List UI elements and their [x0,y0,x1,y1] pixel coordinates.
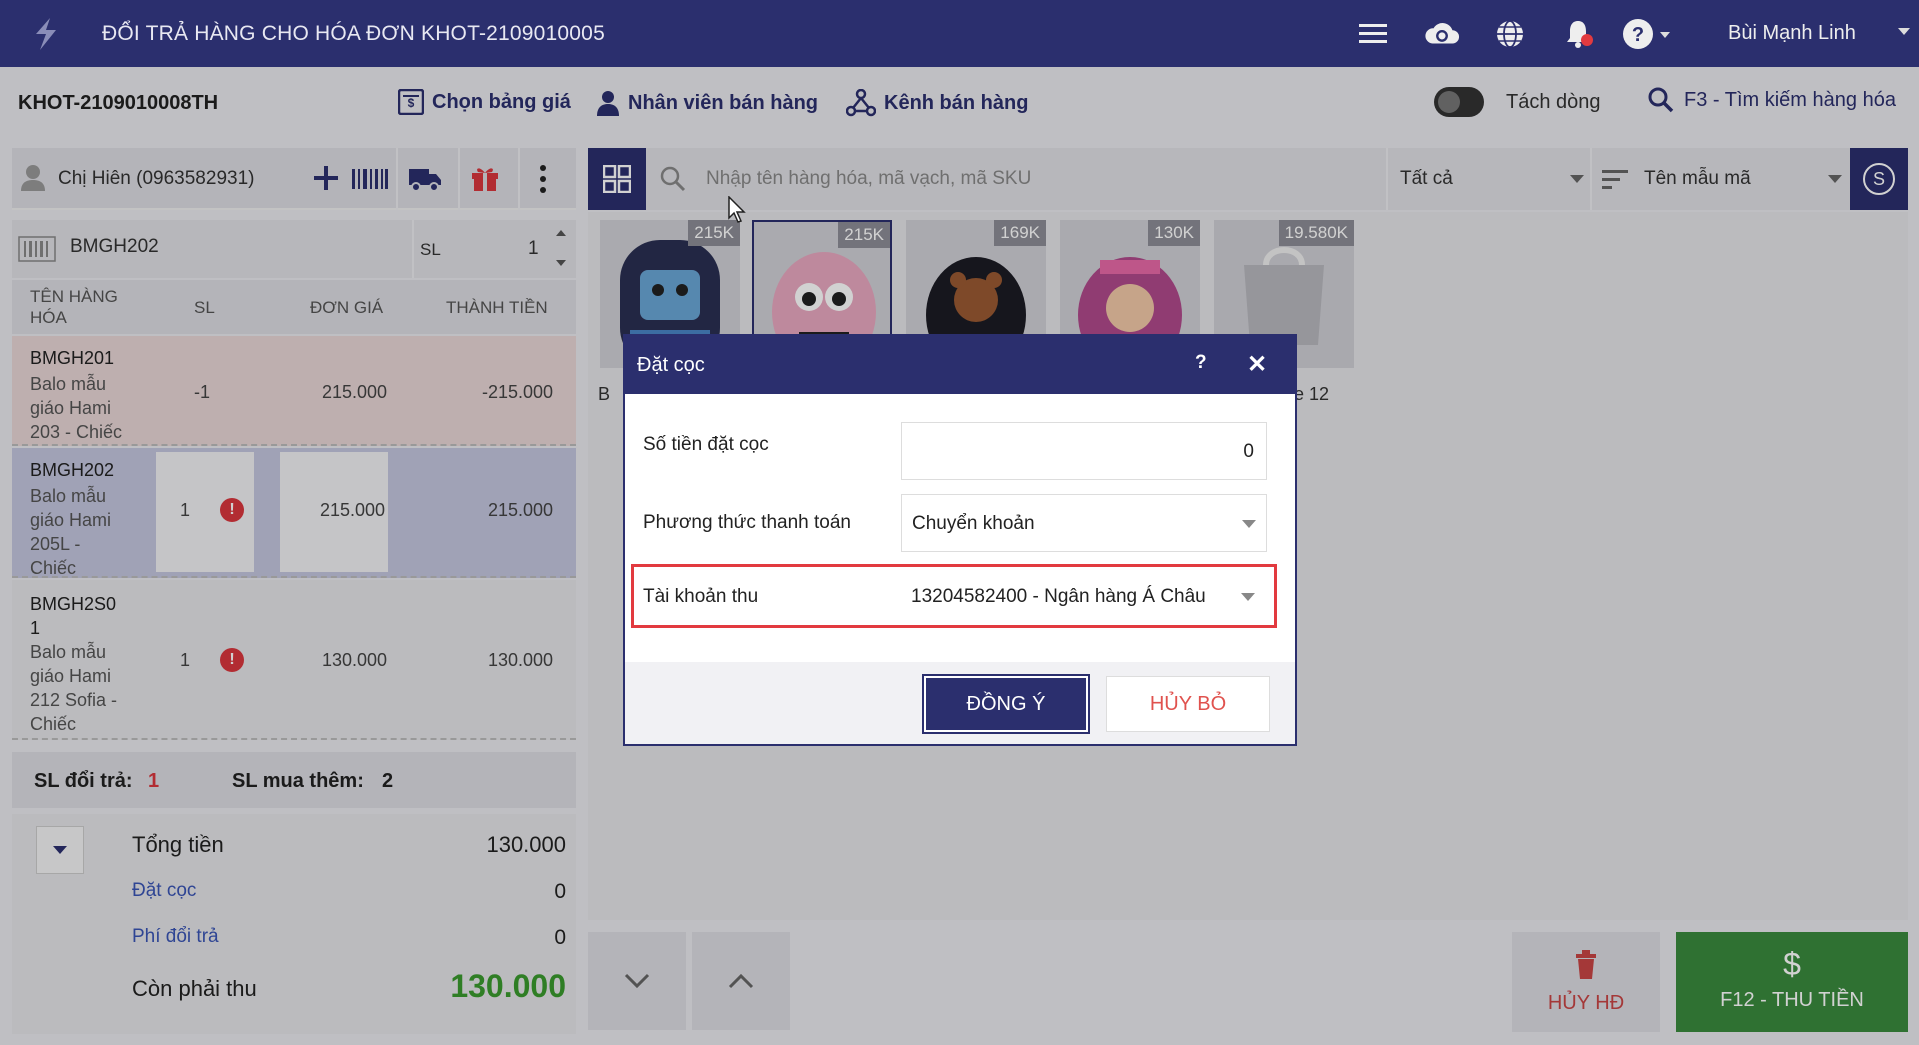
deposit-amount-input[interactable]: 0 [901,422,1267,480]
help-icon[interactable]: ? [1195,352,1207,374]
top-header: ĐỔI TRẢ HÀNG CHO HÓA ĐƠN KHOT-2109010005… [0,0,1919,67]
deposit-dialog: Đặt cọc ? ✕ Số tiền đặt cọc 0 Phương thứ… [623,334,1297,746]
payment-method-value: Chuyển khoản [912,513,1035,534]
cloud-sync-icon[interactable] [1424,16,1460,52]
payment-method-label: Phương thức thanh toán [643,512,851,533]
deposit-amount-value: 0 [1243,441,1254,462]
chevron-down-icon [1242,520,1256,528]
receiving-account-select[interactable]: 13204582400 - Ngân hàng Á Châu [901,568,1267,624]
user-menu-caret-icon[interactable] [1898,28,1910,35]
bell-icon[interactable] [1560,16,1596,52]
menu-icon[interactable] [1356,16,1392,52]
payment-method-select[interactable]: Chuyển khoản [901,494,1267,552]
receiving-account-value: 13204582400 - Ngân hàng Á Châu [911,586,1206,607]
chevron-down-icon [1241,593,1255,601]
user-name[interactable]: Bùi Mạnh Linh [1728,22,1856,45]
help-dropdown-caret-icon[interactable] [1660,32,1670,38]
app-logo-icon [36,18,56,50]
help-icon[interactable]: ? [1620,16,1656,52]
dialog-title: Đặt cọc [637,354,705,376]
close-icon[interactable]: ✕ [1247,350,1267,379]
svg-text:?: ? [1632,24,1644,46]
receiving-account-label: Tài khoản thu [643,586,759,607]
mouse-cursor-icon [728,196,746,223]
dialog-footer: ĐỒNG Ý HỦY BỎ [625,662,1295,744]
page-title: ĐỔI TRẢ HÀNG CHO HÓA ĐƠN KHOT-2109010005 [102,22,605,45]
deposit-amount-label: Số tiền đặt cọc [643,434,769,455]
cancel-button[interactable]: HỦY BỎ [1106,676,1270,732]
globe-icon[interactable] [1492,16,1528,52]
confirm-button[interactable]: ĐỒNG Ý [924,676,1088,732]
dialog-header: Đặt cọc ? ✕ [625,336,1295,394]
